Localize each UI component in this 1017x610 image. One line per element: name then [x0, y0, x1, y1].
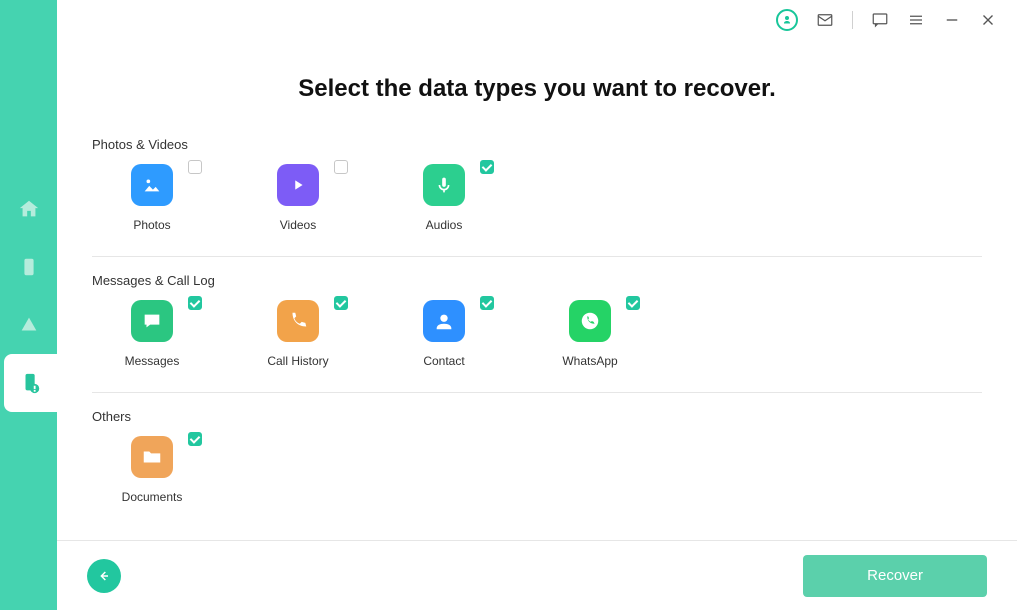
main-panel: Select the data types you want to recove… [57, 40, 1017, 610]
sidebar [0, 0, 57, 610]
divider [92, 392, 982, 393]
sidebar-item-device[interactable] [0, 238, 57, 296]
minimize-icon[interactable] [943, 11, 961, 29]
type-card-call-history[interactable]: Call History [268, 300, 328, 368]
section-label-messages-call-log: Messages & Call Log [92, 273, 982, 288]
back-button[interactable] [87, 559, 121, 593]
person-icon [423, 300, 465, 342]
mic-icon [423, 164, 465, 206]
footer: Recover [57, 540, 1017, 610]
type-label: Call History [267, 354, 328, 368]
section-row-photos-videos: Photos Videos Audios [92, 164, 982, 242]
sidebar-item-cloud[interactable] [0, 296, 57, 354]
type-label: Messages [125, 354, 180, 368]
menu-icon[interactable] [907, 11, 925, 29]
type-card-whatsapp[interactable]: WhatsApp [560, 300, 620, 368]
feedback-icon[interactable] [871, 11, 889, 29]
whatsapp-icon [569, 300, 611, 342]
checkbox-videos[interactable] [334, 160, 348, 174]
type-label: WhatsApp [562, 354, 617, 368]
close-icon[interactable] [979, 11, 997, 29]
image-icon [131, 164, 173, 206]
type-label: Photos [133, 218, 170, 232]
page-title: Select the data types you want to recove… [57, 75, 1017, 103]
section-label-photos-videos: Photos & Videos [92, 137, 982, 152]
section-label-others: Others [92, 409, 982, 424]
chat-icon [131, 300, 173, 342]
type-card-audios[interactable]: Audios [414, 164, 474, 232]
divider [92, 256, 982, 257]
checkbox-audios[interactable] [480, 160, 494, 174]
checkbox-call-history[interactable] [334, 296, 348, 310]
type-label: Documents [122, 490, 183, 504]
checkbox-documents[interactable] [188, 432, 202, 446]
type-card-contact[interactable]: Contact [414, 300, 474, 368]
section-row-others: Documents [92, 436, 982, 514]
checkbox-whatsapp[interactable] [626, 296, 640, 310]
titlebar-divider [852, 11, 853, 29]
content: Photos & Videos Photos Videos [57, 131, 1017, 610]
mail-icon[interactable] [816, 11, 834, 29]
sidebar-item-recovery[interactable] [4, 354, 57, 412]
checkbox-photos[interactable] [188, 160, 202, 174]
checkbox-messages[interactable] [188, 296, 202, 310]
checkbox-contact[interactable] [480, 296, 494, 310]
folder-icon [131, 436, 173, 478]
section-row-messages-call-log: Messages Call History Contact [92, 300, 982, 378]
type-card-messages[interactable]: Messages [122, 300, 182, 368]
type-card-photos[interactable]: Photos [122, 164, 182, 232]
type-card-documents[interactable]: Documents [122, 436, 182, 504]
titlebar: D [0, 0, 1017, 40]
sidebar-item-home[interactable] [0, 180, 57, 238]
phone-icon [277, 300, 319, 342]
type-label: Audios [426, 218, 463, 232]
play-icon [277, 164, 319, 206]
account-icon[interactable] [776, 9, 798, 31]
type-label: Videos [280, 218, 316, 232]
recover-button[interactable]: Recover [803, 555, 987, 597]
titlebar-right [776, 9, 997, 31]
type-card-videos[interactable]: Videos [268, 164, 328, 232]
type-label: Contact [423, 354, 464, 368]
